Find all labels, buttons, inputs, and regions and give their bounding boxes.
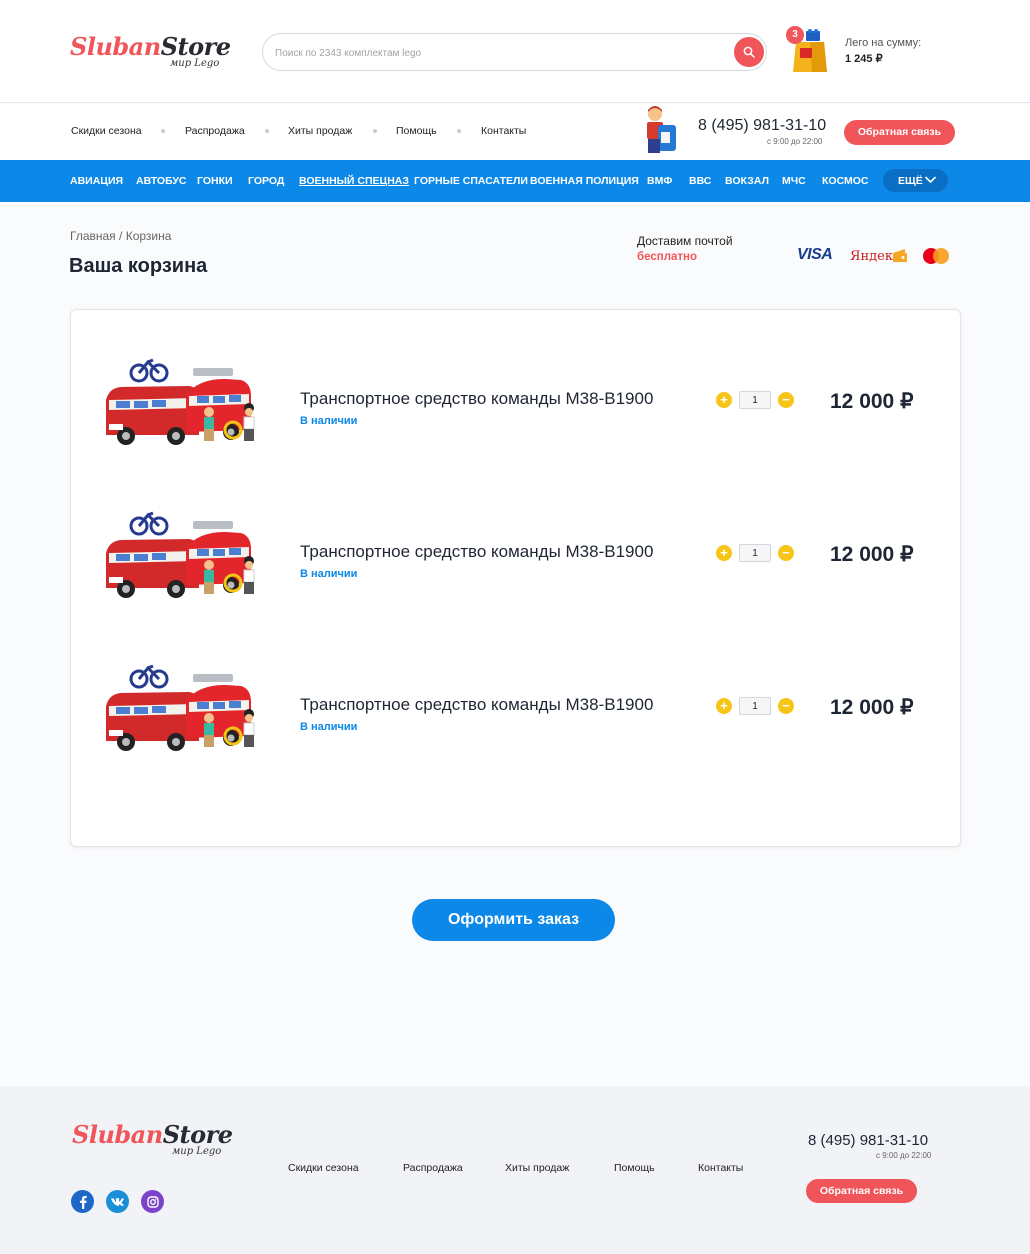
chevron-down-icon — [925, 176, 936, 184]
category-special-forces[interactable]: ВОЕННЫЙ СПЕЦНАЗ — [299, 175, 409, 187]
delivery-free-text: бесплатно — [637, 251, 697, 263]
footer-phone[interactable]: 8 (495) 981-31-10 — [808, 1132, 928, 1149]
category-military-police[interactable]: ВОЕННАЯ ПОЛИЦИЯ — [530, 175, 639, 187]
quantity-input[interactable] — [739, 391, 771, 409]
logo-part-1: Sluban — [72, 1120, 163, 1149]
search-button[interactable] — [734, 37, 764, 67]
product-price: 12 000 ₽ — [830, 390, 914, 413]
callback-button[interactable]: Обратная связь — [844, 120, 955, 145]
cart-item: Транспортное средство команды M38-B1900 … — [71, 310, 960, 463]
cart-sum-label: Лего на сумму: — [845, 37, 922, 49]
quantity-increase-button[interactable]: + — [716, 392, 732, 408]
nav-separator — [457, 129, 461, 133]
logo-part-2: Store — [160, 32, 231, 61]
stock-status: В наличии — [300, 568, 358, 580]
header-phone[interactable]: 8 (495) 981-31-10 — [698, 117, 826, 135]
nav-link-bestsellers[interactable]: Хиты продаж — [288, 125, 352, 137]
visa-logo: VISA — [797, 246, 833, 263]
quantity-decrease-button[interactable]: − — [778, 698, 794, 714]
quantity-input[interactable] — [739, 697, 771, 715]
mastercard-icon — [923, 248, 949, 264]
product-name[interactable]: Транспортное средство команды M38-B1900 — [300, 542, 653, 562]
nav-link-help[interactable]: Помощь — [396, 125, 437, 137]
search-icon — [743, 46, 755, 58]
lego-mascot-image — [647, 106, 676, 153]
product-image — [106, 511, 255, 598]
footer-hours: с 9:00 до 22:00 — [876, 1151, 932, 1160]
footer-link-discounts[interactable]: Скидки сезона — [288, 1162, 359, 1174]
category-space[interactable]: КОСМОС — [822, 175, 869, 187]
quantity-increase-button[interactable]: + — [716, 698, 732, 714]
facebook-icon[interactable] — [71, 1190, 94, 1213]
category-aviation[interactable]: АВИАЦИЯ — [70, 175, 123, 187]
breadcrumb-home[interactable]: Главная — [70, 229, 116, 243]
quantity-decrease-button[interactable]: − — [778, 392, 794, 408]
quantity-decrease-button[interactable]: − — [778, 545, 794, 561]
site-header: SlubanStore мир Lego 3 Лего на сумму: 1 … — [0, 0, 1030, 103]
product-name[interactable]: Транспортное средство команды M38-B1900 — [300, 389, 653, 409]
more-label: ЕЩЁ — [898, 175, 923, 187]
logo-tagline: мир Lego — [170, 58, 220, 69]
product-price: 12 000 ₽ — [830, 543, 914, 566]
vk-icon[interactable] — [106, 1190, 129, 1213]
category-racing[interactable]: ГОНКИ — [197, 175, 233, 187]
breadcrumb: Главная / Корзина — [70, 229, 171, 243]
category-city[interactable]: ГОРОД — [248, 175, 284, 187]
breadcrumb-separator: / — [119, 229, 123, 243]
nav-separator — [373, 129, 377, 133]
nav-link-discounts[interactable]: Скидки сезона — [71, 125, 142, 137]
category-emergency[interactable]: МЧС — [782, 175, 806, 187]
category-navy[interactable]: ВМФ — [647, 175, 672, 187]
header-hours: с 9:00 до 22:00 — [767, 137, 823, 146]
product-image — [106, 358, 255, 445]
cart-panel: Транспортное средство команды M38-B1900 … — [70, 309, 961, 847]
cart-count-badge: 3 — [786, 26, 804, 44]
delivery-text: Доставим почтой — [637, 234, 733, 248]
more-categories-button[interactable]: ЕЩЁ — [883, 169, 948, 192]
footer-link-bestsellers[interactable]: Хиты продаж — [505, 1162, 569, 1174]
footer-link-contacts[interactable]: Контакты — [698, 1162, 743, 1174]
category-bus[interactable]: АВТОБУС — [136, 175, 187, 187]
category-station[interactable]: ВОКЗАЛ — [725, 175, 769, 187]
stock-status: В наличии — [300, 721, 358, 733]
page-title: Ваша корзина — [69, 255, 208, 277]
nav-separator — [265, 129, 269, 133]
instagram-icon[interactable] — [141, 1190, 164, 1213]
search-bar — [262, 33, 767, 71]
footer-link-help[interactable]: Помощь — [614, 1162, 655, 1174]
logo-tagline: мир Lego — [172, 1146, 222, 1157]
footer-link-sale[interactable]: Распродажа — [403, 1162, 463, 1174]
stock-status: В наличии — [300, 415, 358, 427]
breadcrumb-current: Корзина — [125, 229, 172, 243]
nav-link-sale[interactable]: Распродажа — [185, 125, 245, 137]
product-image — [106, 664, 255, 751]
product-price: 12 000 ₽ — [830, 696, 914, 719]
product-name[interactable]: Транспортное средство команды M38-B1900 — [300, 695, 653, 715]
quantity-increase-button[interactable]: + — [716, 545, 732, 561]
nav-link-contacts[interactable]: Контакты — [481, 125, 526, 137]
cart-item: Транспортное средство команды M38-B1900 … — [71, 616, 960, 769]
cart-sum-value: 1 245 ₽ — [845, 53, 883, 65]
quantity-input[interactable] — [739, 544, 771, 562]
category-menu: АВИАЦИЯ АВТОБУС ГОНКИ ГОРОД ВОЕННЫЙ СПЕЦ… — [0, 160, 1030, 202]
logo[interactable]: SlubanStore мир Lego — [70, 32, 231, 69]
search-input[interactable] — [275, 43, 715, 63]
category-air-force[interactable]: ВВС — [689, 175, 711, 187]
yandex-money-icon — [893, 249, 907, 262]
logo-part-2: Store — [162, 1120, 233, 1149]
logo-part-1: Sluban — [70, 32, 161, 61]
cart-item: Транспортное средство команды M38-B1900 … — [71, 463, 960, 616]
checkout-button[interactable]: Оформить заказ — [412, 899, 615, 941]
site-footer: SlubanStore мир Lego Скидки сезона Распр… — [0, 1086, 1030, 1254]
footer-logo[interactable]: SlubanStore мир Lego — [72, 1120, 233, 1157]
footer-callback-button[interactable]: Обратная связь — [806, 1179, 917, 1203]
nav-separator — [161, 129, 165, 133]
category-mountain-rescue[interactable]: ГОРНЫЕ СПАСАТЕЛИ — [414, 175, 528, 187]
